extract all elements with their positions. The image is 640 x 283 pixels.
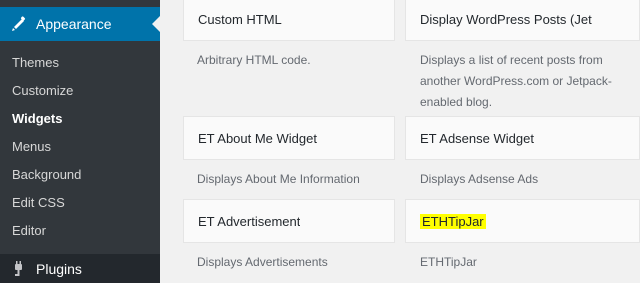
wordpress-admin-widgets-screen: Appearance Themes Customize Widgets Menu… [0, 0, 640, 283]
plugins-icon [10, 260, 28, 278]
widget-ethtipjar[interactable]: ETHTipJar [405, 199, 640, 243]
sidebar-item-editor[interactable]: Editor [12, 221, 46, 241]
widget-description: Displays Advertisements [197, 255, 328, 269]
widget-title: Custom HTML [198, 11, 282, 27]
sidebar-item-widgets[interactable]: Widgets [12, 109, 62, 129]
sidebar-item-appearance[interactable]: Appearance [0, 7, 160, 41]
sidebar-item-themes[interactable]: Themes [12, 53, 59, 73]
appearance-submenu: Themes Customize Widgets Menus Backgroun… [0, 49, 160, 247]
widget-description: ETHTipJar [420, 255, 477, 269]
widget-et-about-me[interactable]: ET About Me Widget [183, 116, 395, 160]
sidebar-item-plugins[interactable]: Plugins [0, 254, 160, 283]
widget-title: Display WordPress Posts (Jet [420, 11, 592, 27]
widget-description: Displays a list of recent posts from ano… [420, 53, 612, 109]
sidebar-item-background[interactable]: Background [12, 165, 81, 185]
available-widgets-area: Custom HTML Arbitrary HTML code. Display… [160, 0, 640, 283]
appearance-icon [10, 15, 28, 33]
admin-sidebar: Appearance Themes Customize Widgets Menu… [0, 0, 160, 283]
widget-custom-html[interactable]: Custom HTML [183, 0, 395, 41]
widget-display-wordpress-posts[interactable]: Display WordPress Posts (Jet [405, 0, 640, 41]
sidebar-item-plugins-label: Plugins [36, 261, 82, 277]
sidebar-item-edit-css[interactable]: Edit CSS [12, 193, 65, 213]
sidebar-item-appearance-label: Appearance [36, 16, 112, 32]
sidebar-item-customize[interactable]: Customize [12, 81, 73, 101]
sidebar-item-menus[interactable]: Menus [12, 137, 51, 157]
widget-description: Displays About Me Information [197, 172, 360, 186]
widget-title: ET Advertisement [198, 213, 301, 229]
widget-description: Arbitrary HTML code. [197, 53, 311, 67]
widget-title-highlighted: ETHTipJar [420, 213, 486, 229]
widget-description: Displays Adsense Ads [420, 172, 539, 186]
widget-title: ET Adsense Widget [420, 130, 534, 146]
current-menu-arrow [152, 16, 160, 32]
widget-et-advertisement[interactable]: ET Advertisement [183, 199, 395, 243]
widget-title: ET About Me Widget [198, 130, 317, 146]
widget-et-adsense[interactable]: ET Adsense Widget [405, 116, 640, 160]
